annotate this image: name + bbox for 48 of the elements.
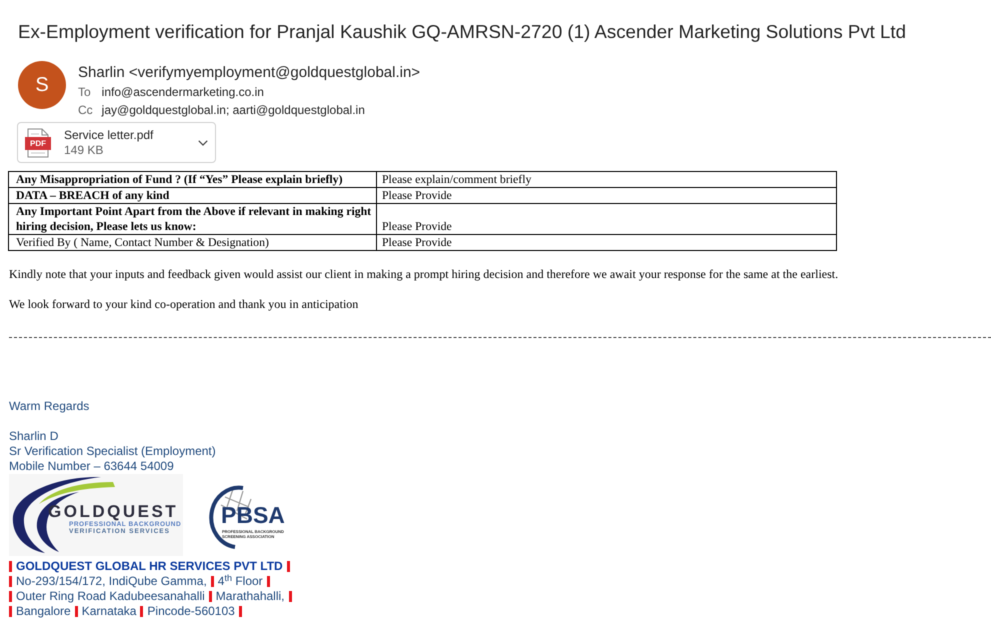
separator-icon xyxy=(266,576,270,587)
table-cell: Please Provide xyxy=(376,188,836,204)
attachment-size: 149 KB xyxy=(64,142,104,156)
separator-icon xyxy=(208,591,212,602)
address-text: Karnataka xyxy=(82,604,136,619)
address-text: 4$^{th}$ Floor xyxy=(218,574,263,589)
logo-wordmark: PBSA xyxy=(221,504,285,526)
logo-wordmark: GOLDQUEST xyxy=(48,503,178,520)
signature-line: Sr Verification Specialist (Employment) xyxy=(9,444,216,458)
sender-name: Sharlin <verifymyemployment@goldquestglobal.in> xyxy=(78,64,420,81)
address-text: Outer Ring Road Kadubeesanahalli xyxy=(16,589,205,604)
separator-icon xyxy=(140,606,144,617)
separator-icon xyxy=(288,591,292,602)
separator-icon xyxy=(74,606,78,617)
attachment-card[interactable]: PDF Service letter.pdf 149 KB xyxy=(17,122,216,163)
recipient-address: jay@goldquestglobal.in; aarti@goldquestglobal.in xyxy=(102,102,365,119)
separator-icon xyxy=(9,576,12,587)
address-text: Bangalore xyxy=(16,604,71,619)
separator-icon xyxy=(9,591,12,602)
signature-line: Mobile Number – 63644 54009 xyxy=(9,459,174,473)
body-paragraph: Kindly note that your inputs and feedback given would assist our client in making a prompt hiring decision and therefore we await your response for the same at the earliest. xyxy=(9,267,838,281)
file-type-label: PDF xyxy=(25,136,51,150)
table-cell: Please Provide xyxy=(376,234,836,250)
address-text: Pincode-560103 xyxy=(147,604,235,619)
email-subject: Ex-Employment verification for Pranjal Kaushik GQ-AMRSN-2720 (1) Ascender Marketing Solutions Pvt Ltd xyxy=(18,21,906,42)
attachment-name: Service letter.pdf xyxy=(64,128,154,142)
separator-icon xyxy=(210,576,214,587)
table-cell: DATA – BREACH of any kind xyxy=(8,188,376,204)
address-text: Marathahalli, xyxy=(216,589,284,604)
table-cell: Please Provide xyxy=(376,204,836,234)
table-cell: Please explain/comment briefly xyxy=(376,172,836,188)
table-cell: Any Important Point Apart from the Above if relevant in making right hiring decision, Please lets us know: xyxy=(8,204,376,234)
recipient-address: info@ascendermarketing.co.in xyxy=(102,84,265,101)
signature-line: Sharlin D xyxy=(9,429,58,443)
table-cell: Any Misappropriation of Fund ? (If “Yes” Please explain briefly) xyxy=(8,172,376,188)
company-name: GOLDQUEST GLOBAL HR SERVICES PVT LTD xyxy=(16,559,283,574)
closing-text: Warm Regards xyxy=(9,399,90,413)
separator-icon xyxy=(286,561,290,572)
table-cell: Verified By ( Name, Contact Number & Designation) xyxy=(8,234,376,250)
recipient-label: Cc xyxy=(78,102,93,119)
address-text: No-293/154/172, IndiQube Gamma, xyxy=(16,574,207,589)
recipient-label: To xyxy=(78,84,92,101)
separator-icon xyxy=(9,606,12,617)
separator-icon xyxy=(9,561,12,572)
body-paragraph: We look forward to your kind co-operation and thank you in anticipation xyxy=(9,297,358,311)
chevron-down-icon[interactable] xyxy=(198,140,208,146)
sender-avatar: S xyxy=(18,61,66,109)
separator-icon xyxy=(238,606,242,617)
